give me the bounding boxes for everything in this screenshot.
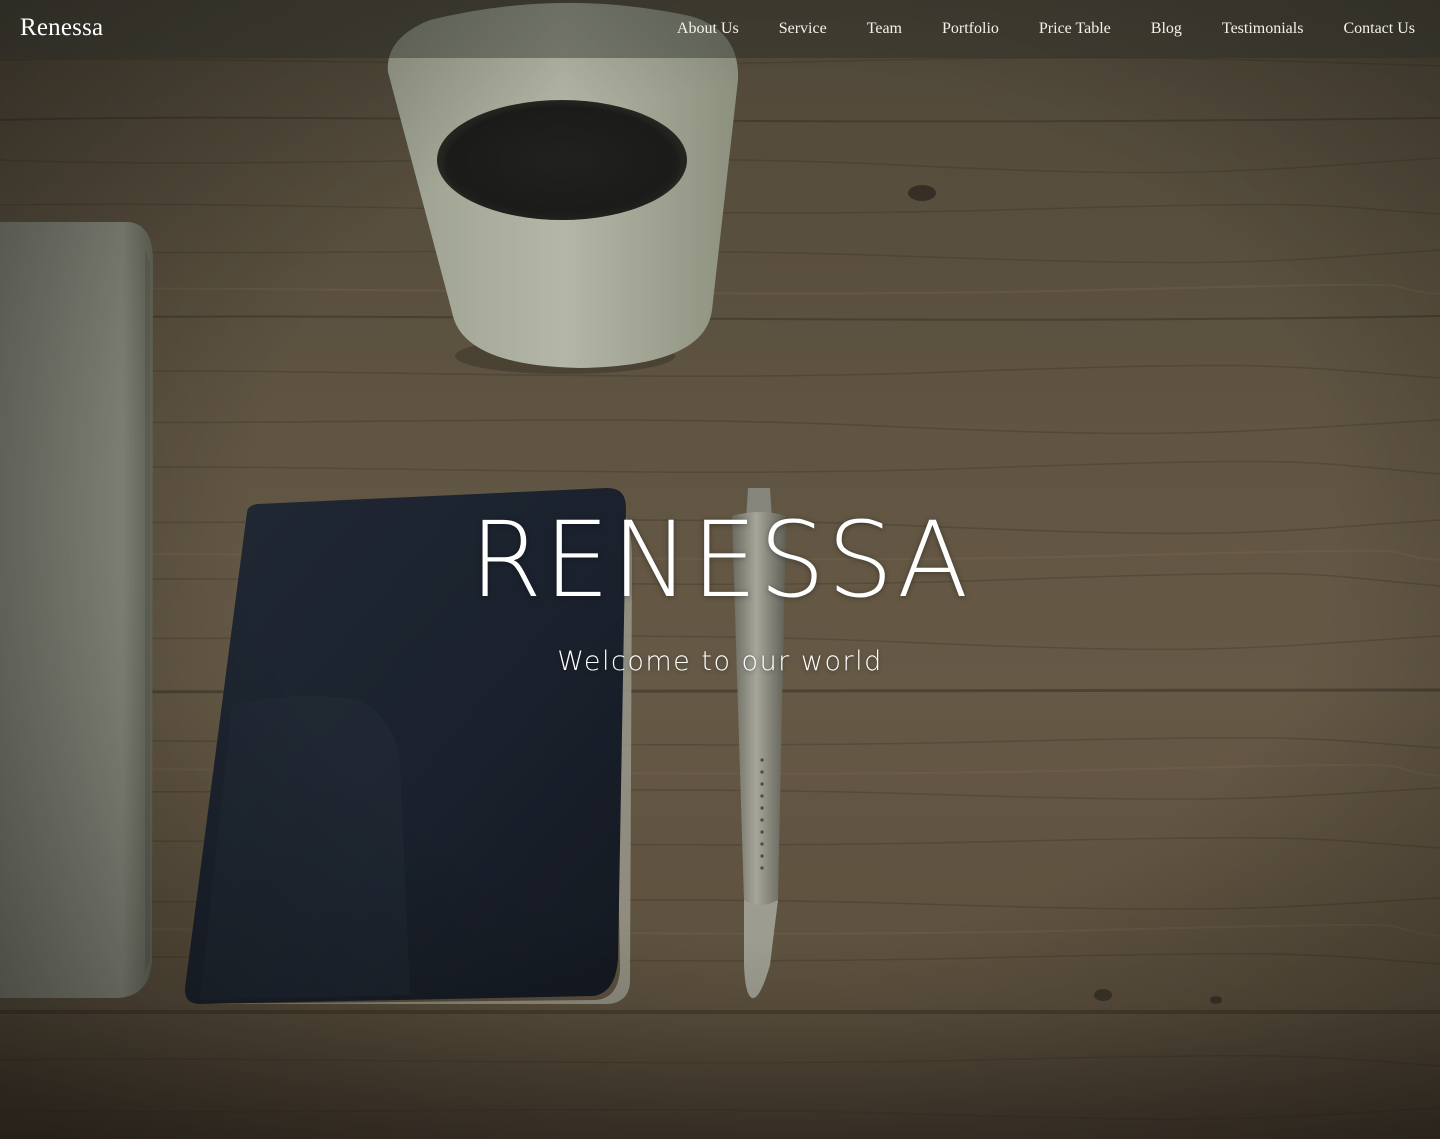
nav-link-team[interactable]: Team xyxy=(867,20,902,37)
nav-item-blog: Blog xyxy=(1151,19,1182,39)
hero-section: RENESSA Welcome to our world xyxy=(0,0,1440,1139)
nav-item-contact-us: Contact Us xyxy=(1343,19,1415,39)
nav-link-contact-us[interactable]: Contact Us xyxy=(1343,20,1415,37)
nav-link-about-us[interactable]: About Us xyxy=(677,20,739,37)
nav-item-team: Team xyxy=(867,19,902,39)
nav-link-price-table[interactable]: Price Table xyxy=(1039,20,1111,37)
hero-subtitle: Welcome to our world xyxy=(557,646,883,677)
nav-item-portfolio: Portfolio xyxy=(942,19,999,39)
nav-item-service: Service xyxy=(779,19,827,39)
nav-link-service[interactable]: Service xyxy=(779,20,827,37)
nav-item-about-us: About Us xyxy=(677,19,739,39)
nav-item-testimonials: Testimonials xyxy=(1222,19,1304,39)
brand-logo-link[interactable]: Renessa xyxy=(20,12,103,44)
hero-title: RENESSA xyxy=(469,499,971,621)
nav-menu: About Us Service Team Portfolio Price Ta… xyxy=(637,0,1415,58)
nav-item-price-table: Price Table xyxy=(1039,19,1111,39)
nav-link-portfolio[interactable]: Portfolio xyxy=(942,20,999,37)
hero-content: RENESSA Welcome to our world xyxy=(0,500,1440,678)
nav-link-testimonials[interactable]: Testimonials xyxy=(1222,20,1304,37)
top-navbar: Renessa About Us Service Team Portfolio … xyxy=(0,0,1440,58)
nav-link-blog[interactable]: Blog xyxy=(1151,20,1182,37)
